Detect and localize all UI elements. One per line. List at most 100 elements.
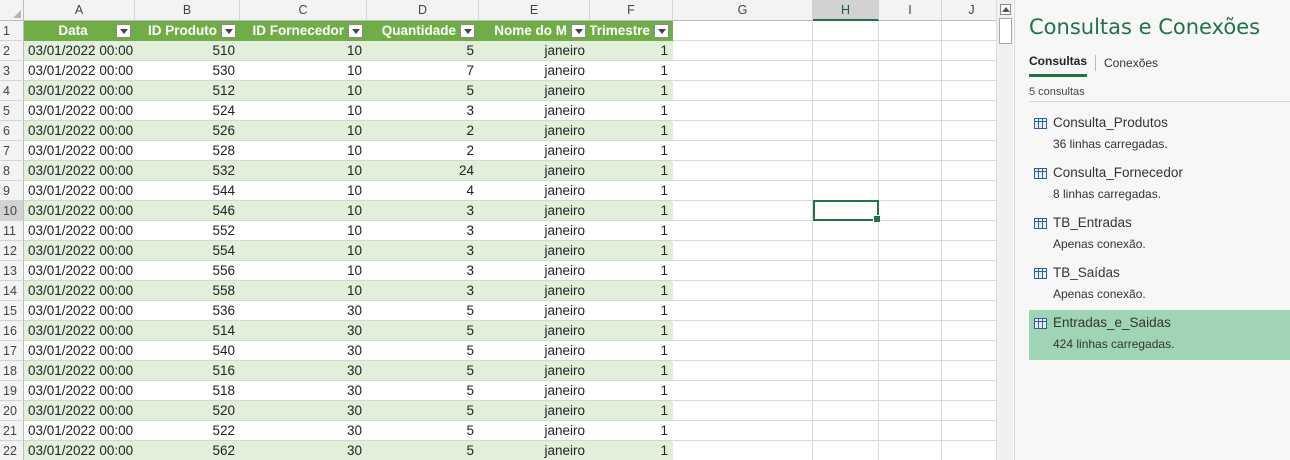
cell-data[interactable]: 03/01/2022 00:00	[24, 241, 135, 261]
row-number[interactable]: 10	[0, 201, 24, 221]
cell[interactable]	[942, 361, 996, 381]
cell-id-fornecedor[interactable]: 10	[240, 221, 367, 241]
cell[interactable]	[942, 61, 996, 81]
cell-trimestre[interactable]: 1	[590, 381, 673, 401]
cell[interactable]	[879, 141, 942, 161]
cell-data[interactable]: 03/01/2022 00:00	[24, 221, 135, 241]
cell-trimestre[interactable]: 1	[590, 241, 673, 261]
cell[interactable]	[813, 361, 879, 381]
cell-data[interactable]: 03/01/2022 00:00	[24, 161, 135, 181]
cell-quantidade[interactable]: 5	[367, 81, 479, 101]
active-cell-selection[interactable]	[813, 200, 881, 223]
cell-id-fornecedor[interactable]: 30	[240, 441, 367, 460]
cell-trimestre[interactable]: 1	[590, 441, 673, 460]
cell-id-fornecedor[interactable]: 10	[240, 261, 367, 281]
cell-trimestre[interactable]: 1	[590, 61, 673, 81]
cell-nome-do-mes[interactable]: janeiro	[479, 441, 590, 460]
query-item[interactable]: TB_Entradas Apenas conexão.	[1029, 210, 1290, 260]
cell[interactable]	[879, 401, 942, 421]
cell[interactable]	[942, 321, 996, 341]
cell[interactable]	[813, 81, 879, 101]
cell[interactable]	[879, 81, 942, 101]
cell-quantidade[interactable]: 3	[367, 261, 479, 281]
cell-quantidade[interactable]: 5	[367, 361, 479, 381]
cell[interactable]	[942, 21, 996, 41]
query-item-selected[interactable]: Entradas_e_Saidas 424 linhas carregadas.	[1029, 310, 1290, 360]
table-header-trimestre[interactable]: Trimestre	[590, 21, 673, 41]
cell[interactable]	[673, 261, 813, 281]
scrollbar-thumb[interactable]	[999, 18, 1012, 44]
cell-id-produto[interactable]: 514	[135, 321, 240, 341]
cell[interactable]	[942, 181, 996, 201]
cell-id-fornecedor[interactable]: 10	[240, 161, 367, 181]
cell-quantidade[interactable]: 4	[367, 181, 479, 201]
column-header-a[interactable]: A	[24, 0, 135, 21]
cell-id-fornecedor[interactable]: 30	[240, 401, 367, 421]
cell[interactable]	[813, 61, 879, 81]
cell-data[interactable]: 03/01/2022 00:00	[24, 441, 135, 460]
cell-quantidade[interactable]: 5	[367, 401, 479, 421]
cell-id-produto[interactable]: 558	[135, 281, 240, 301]
cell[interactable]	[942, 201, 996, 221]
cell-data[interactable]: 03/01/2022 00:00	[24, 181, 135, 201]
cell-id-produto[interactable]: 530	[135, 61, 240, 81]
cell[interactable]	[942, 281, 996, 301]
cell[interactable]	[879, 261, 942, 281]
cell[interactable]	[673, 281, 813, 301]
cell-trimestre[interactable]: 1	[590, 261, 673, 281]
row-number[interactable]: 21	[0, 421, 24, 441]
cell-trimestre[interactable]: 1	[590, 321, 673, 341]
cell-data[interactable]: 03/01/2022 00:00	[24, 81, 135, 101]
cell[interactable]	[813, 221, 879, 241]
row-number[interactable]: 6	[0, 121, 24, 141]
cell[interactable]	[942, 221, 996, 241]
column-header-e[interactable]: E	[479, 0, 590, 21]
cell-quantidade[interactable]: 24	[367, 161, 479, 181]
cell[interactable]	[673, 101, 813, 121]
cell-id-produto[interactable]: 512	[135, 81, 240, 101]
filter-dropdown-icon[interactable]	[348, 24, 363, 38]
cell-quantidade[interactable]: 5	[367, 41, 479, 61]
cell[interactable]	[673, 321, 813, 341]
cell[interactable]	[673, 301, 813, 321]
row-number[interactable]: 19	[0, 381, 24, 401]
cell-quantidade[interactable]: 3	[367, 101, 479, 121]
cell-data[interactable]: 03/01/2022 00:00	[24, 401, 135, 421]
cell-id-produto[interactable]: 562	[135, 441, 240, 460]
row-number[interactable]: 20	[0, 401, 24, 421]
cell-id-fornecedor[interactable]: 10	[240, 281, 367, 301]
row-number[interactable]: 17	[0, 341, 24, 361]
cell[interactable]	[879, 341, 942, 361]
cell[interactable]	[879, 121, 942, 141]
cell[interactable]	[673, 221, 813, 241]
cell[interactable]	[879, 201, 942, 221]
cell[interactable]	[879, 41, 942, 61]
cell-trimestre[interactable]: 1	[590, 361, 673, 381]
row-number[interactable]: 12	[0, 241, 24, 261]
cell-quantidade[interactable]: 5	[367, 441, 479, 460]
cell-id-produto[interactable]: 520	[135, 401, 240, 421]
cell[interactable]	[879, 321, 942, 341]
cell[interactable]	[942, 441, 996, 460]
cell-data[interactable]: 03/01/2022 00:00	[24, 281, 135, 301]
cell-id-produto[interactable]: 552	[135, 221, 240, 241]
cell-data[interactable]: 03/01/2022 00:00	[24, 341, 135, 361]
cell-id-fornecedor[interactable]: 30	[240, 421, 367, 441]
cell-id-produto[interactable]: 510	[135, 41, 240, 61]
cell-nome-do-mes[interactable]: janeiro	[479, 421, 590, 441]
cell[interactable]	[879, 221, 942, 241]
cell[interactable]	[673, 21, 813, 41]
cell-trimestre[interactable]: 1	[590, 121, 673, 141]
cell[interactable]	[673, 401, 813, 421]
cell[interactable]	[813, 441, 879, 460]
cell-data[interactable]: 03/01/2022 00:00	[24, 141, 135, 161]
cell-nome-do-mes[interactable]: janeiro	[479, 201, 590, 221]
query-item[interactable]: Consulta_Fornecedor 8 linhas carregadas.	[1029, 160, 1290, 210]
cell-nome-do-mes[interactable]: janeiro	[479, 261, 590, 281]
filter-dropdown-icon[interactable]	[221, 24, 236, 38]
cell-id-produto[interactable]: 526	[135, 121, 240, 141]
cell-nome-do-mes[interactable]: janeiro	[479, 101, 590, 121]
cell-quantidade[interactable]: 5	[367, 301, 479, 321]
cell-id-produto[interactable]: 516	[135, 361, 240, 381]
filter-dropdown-icon[interactable]	[116, 24, 131, 38]
